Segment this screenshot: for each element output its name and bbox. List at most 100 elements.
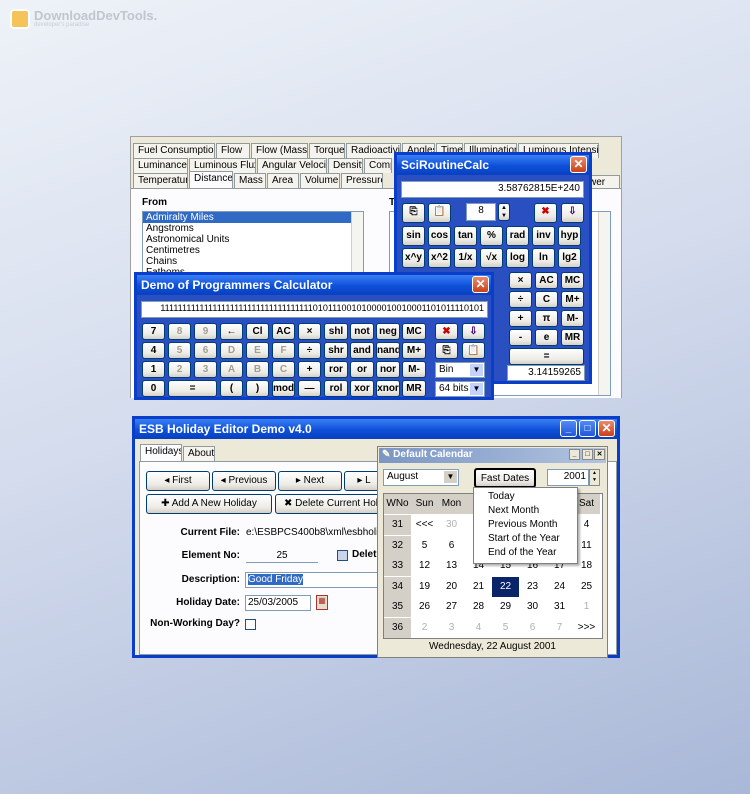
list-item[interactable]: Angstroms bbox=[143, 223, 363, 234]
prog-key-shl[interactable]: shl bbox=[324, 323, 348, 340]
prog-key-m[interactable]: M- bbox=[402, 361, 426, 378]
tab-distance[interactable]: Distance bbox=[189, 171, 233, 188]
tab-flow-mass[interactable]: Flow (Mass) bbox=[251, 143, 308, 158]
prog-key-2[interactable]: 2 bbox=[168, 361, 191, 378]
calendar-day[interactable]: 3 bbox=[438, 618, 465, 638]
prog-key-not[interactable]: not bbox=[350, 323, 374, 340]
year-input[interactable]: 2001 bbox=[547, 469, 589, 486]
from-list-scrollbar[interactable] bbox=[351, 212, 363, 274]
calendar-day[interactable]: 24 bbox=[546, 577, 573, 597]
sci-key-log[interactable]: log bbox=[506, 248, 529, 268]
sci-key-mr[interactable]: MR bbox=[561, 329, 584, 346]
sci-key-pow-1[interactable]: x^2 bbox=[428, 248, 451, 268]
calendar-day[interactable]: 31 bbox=[546, 597, 573, 617]
sci-key-ln[interactable]: ln bbox=[532, 248, 555, 268]
calendar-day[interactable]: 5 bbox=[411, 536, 438, 556]
sci-key-ac[interactable]: AC bbox=[535, 272, 558, 289]
first-button[interactable]: ◂ First bbox=[146, 471, 210, 491]
sci-key-rad[interactable]: rad bbox=[506, 226, 529, 246]
tab-radioactivity[interactable]: Radioactivity bbox=[346, 143, 401, 158]
tab-flow[interactable]: Flow bbox=[216, 143, 250, 158]
tab-torque[interactable]: Torque bbox=[309, 143, 345, 158]
sci-key-key[interactable]: = bbox=[509, 348, 584, 365]
sci-key-key[interactable]: × bbox=[509, 272, 532, 289]
prog-key-key[interactable]: ) bbox=[246, 380, 269, 397]
list-item[interactable]: Chains bbox=[143, 256, 363, 267]
year-spinner[interactable]: ▲ ▼ bbox=[589, 469, 600, 486]
prog-key-3[interactable]: 3 bbox=[194, 361, 217, 378]
prog-key-d[interactable]: D bbox=[220, 342, 243, 359]
prog-key-key[interactable]: ( bbox=[220, 380, 243, 397]
sci-close-button[interactable]: ✕ bbox=[570, 156, 587, 173]
prog-key-neg[interactable]: neg bbox=[376, 323, 400, 340]
calendar-minimize-button[interactable]: _ bbox=[569, 449, 580, 460]
next-button[interactable]: ▸ Next bbox=[278, 471, 342, 491]
calendar-day[interactable]: 25 bbox=[573, 577, 600, 597]
minimize-button[interactable]: _ bbox=[560, 420, 577, 437]
prog-key-key[interactable]: ← bbox=[220, 323, 243, 340]
prog-key-xnor[interactable]: xnor bbox=[376, 380, 400, 397]
calendar-day[interactable]: 22 bbox=[492, 576, 519, 597]
prog-key-7[interactable]: 7 bbox=[142, 323, 165, 340]
clear-icon[interactable]: ✖ bbox=[534, 203, 557, 223]
tab-about[interactable]: About bbox=[183, 446, 215, 461]
prev-month-link[interactable]: <<< bbox=[411, 515, 438, 535]
prog-key-m[interactable]: M+ bbox=[402, 342, 426, 359]
prog-key-xor[interactable]: xor bbox=[350, 380, 374, 397]
sci-key-c[interactable]: C bbox=[535, 291, 558, 308]
tab-comp[interactable]: Comp bbox=[364, 158, 392, 173]
tab-area[interactable]: Area bbox=[267, 173, 299, 188]
menu-item-today[interactable]: Today bbox=[474, 490, 577, 504]
calendar-day[interactable]: 30 bbox=[438, 515, 465, 535]
prog-key-key[interactable]: — bbox=[298, 380, 321, 397]
sci-key-pow-2[interactable]: 1/x bbox=[454, 248, 477, 268]
calendar-day[interactable]: 7 bbox=[546, 618, 573, 638]
calendar-day[interactable]: 2 bbox=[411, 618, 438, 638]
sci-key-key[interactable]: + bbox=[509, 310, 532, 327]
prog-key-shr[interactable]: shr bbox=[324, 342, 348, 359]
prog-paste-icon[interactable]: 📋 bbox=[462, 342, 485, 359]
calendar-day[interactable]: 30 bbox=[519, 597, 546, 617]
prog-key-or[interactable]: or bbox=[350, 361, 374, 378]
sci-key-tan[interactable]: tan bbox=[454, 226, 477, 246]
sci-key-key[interactable]: - bbox=[509, 329, 532, 346]
calendar-maximize-button[interactable]: □ bbox=[582, 449, 593, 460]
prog-key-cl[interactable]: Cl bbox=[246, 323, 269, 340]
prog-key-mr[interactable]: MR bbox=[402, 380, 426, 397]
sci-key-e[interactable]: e bbox=[535, 329, 558, 346]
previous-button[interactable]: ◂ Previous bbox=[212, 471, 276, 491]
prog-key-key[interactable]: = bbox=[168, 380, 217, 397]
calendar-day[interactable]: 4 bbox=[465, 618, 492, 638]
prog-key-ror[interactable]: ror bbox=[324, 361, 348, 378]
prog-key-nand[interactable]: nand bbox=[376, 342, 400, 359]
calendar-day[interactable]: 13 bbox=[438, 556, 465, 576]
to-list-scrollbar[interactable] bbox=[598, 212, 610, 395]
tab-angular-velocity[interactable]: Angular Velocity bbox=[257, 158, 327, 173]
exit-icon[interactable]: ⇩ bbox=[561, 203, 584, 223]
calendar-picker-icon[interactable]: ▦ bbox=[316, 595, 328, 610]
prog-key-5[interactable]: 5 bbox=[168, 342, 191, 359]
sci-key-pow-0[interactable]: x^y bbox=[402, 248, 425, 268]
bits-select[interactable]: 64 bits ▼ bbox=[435, 381, 485, 397]
list-item[interactable]: Centimetres bbox=[143, 245, 363, 256]
prog-key-key[interactable]: ÷ bbox=[298, 342, 321, 359]
delete-holiday-button[interactable]: ✖ Delete Current Hol bbox=[275, 494, 385, 514]
sci-key-mc[interactable]: MC bbox=[561, 272, 584, 289]
sci-key-m[interactable]: M+ bbox=[561, 291, 584, 308]
calendar-day[interactable]: 6 bbox=[438, 536, 465, 556]
prog-key-key[interactable]: + bbox=[298, 361, 321, 378]
list-item[interactable]: Admiralty Miles bbox=[143, 212, 363, 223]
prog-key-ac[interactable]: AC bbox=[272, 323, 295, 340]
prog-key-nor[interactable]: nor bbox=[376, 361, 400, 378]
prog-key-a[interactable]: A bbox=[220, 361, 243, 378]
prog-key-e[interactable]: E bbox=[246, 342, 269, 359]
menu-item-previous-month[interactable]: Previous Month bbox=[474, 518, 577, 532]
prog-key-1[interactable]: 1 bbox=[142, 361, 165, 378]
prog-key-6[interactable]: 6 bbox=[194, 342, 217, 359]
prog-key-mc[interactable]: MC bbox=[402, 323, 426, 340]
base-select[interactable]: Bin ▼ bbox=[435, 362, 485, 378]
prog-key-b[interactable]: B bbox=[246, 361, 269, 378]
prog-key-key[interactable]: × bbox=[298, 323, 321, 340]
prog-key-9[interactable]: 9 bbox=[194, 323, 217, 340]
tab-luminance[interactable]: Luminance bbox=[133, 158, 188, 173]
